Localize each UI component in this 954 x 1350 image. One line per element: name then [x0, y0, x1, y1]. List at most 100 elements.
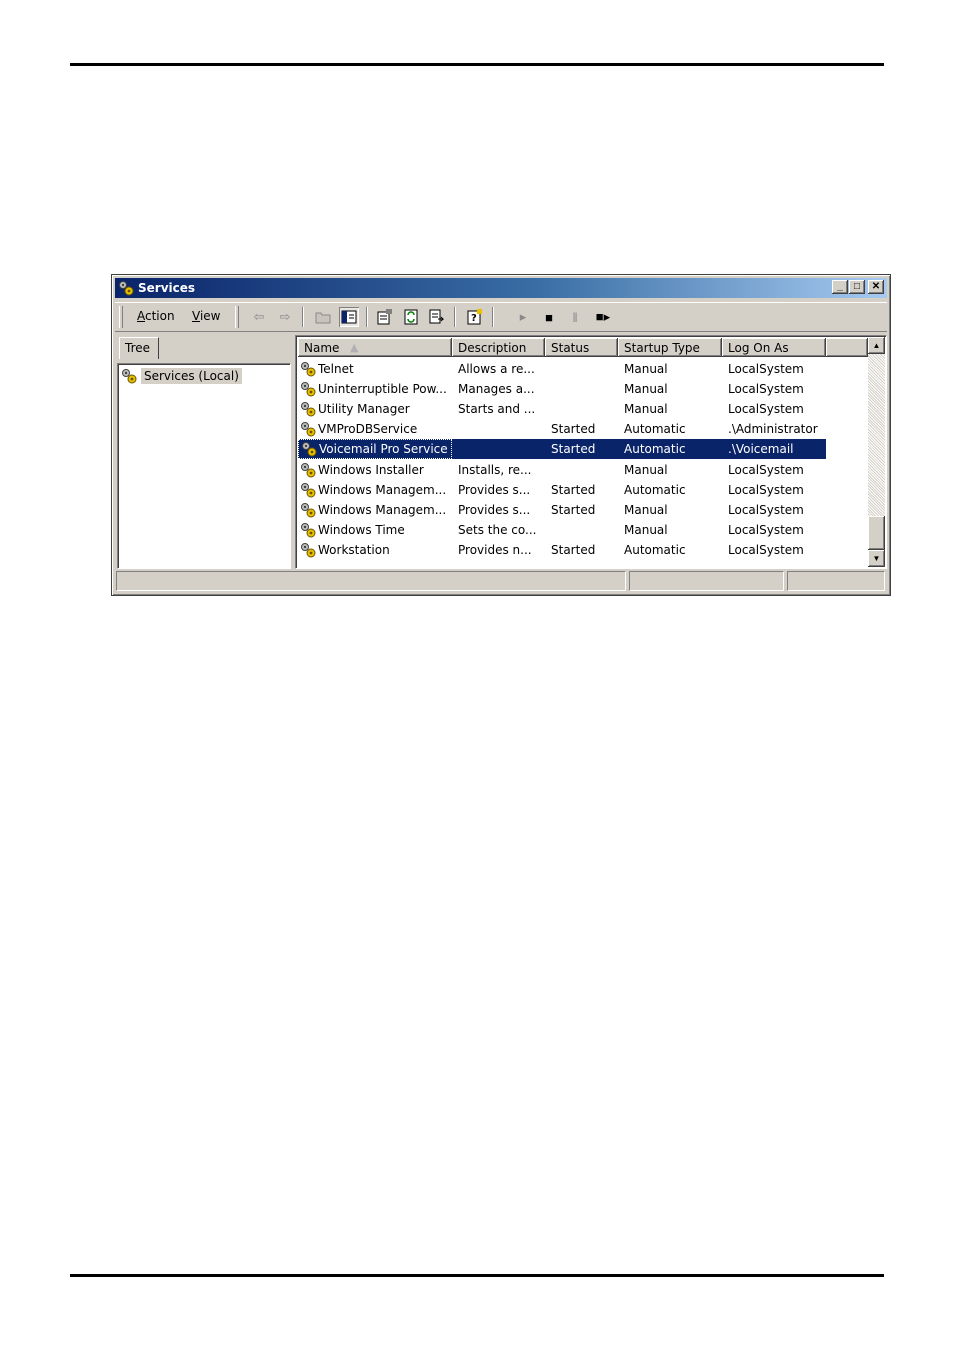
- pause-service-icon[interactable]: ‖: [565, 307, 585, 327]
- scroll-down-button[interactable]: ▼: [868, 550, 885, 567]
- show-hide-tree-icon[interactable]: [339, 307, 359, 327]
- title-bar[interactable]: Services _ □ ✕: [115, 278, 887, 298]
- sort-ascending-icon: ▲: [350, 341, 359, 354]
- service-name: Telnet: [318, 362, 354, 377]
- services-list: Name ▲ Description Status Startup Type L…: [295, 335, 887, 569]
- column-header-startup-type[interactable]: Startup Type: [618, 338, 722, 357]
- cell-name: Windows Time: [298, 521, 452, 539]
- minimize-button[interactable]: _: [832, 280, 848, 294]
- service-gears-icon: [299, 400, 317, 418]
- table-row[interactable]: Uninterruptible Pow... Manages a... Manual…: [298, 379, 826, 399]
- scroll-up-button[interactable]: ▲: [868, 337, 885, 354]
- status-panel: [787, 571, 885, 591]
- toolbar-grip[interactable]: [235, 306, 239, 328]
- table-row[interactable]: Windows Managem... Provides s... Started Ma…: [298, 500, 826, 520]
- tab-tree[interactable]: Tree: [119, 337, 159, 359]
- status-bar: [116, 571, 886, 592]
- cell-startup-type: Automatic: [624, 482, 686, 497]
- menu-action[interactable]: Action: [137, 309, 175, 323]
- table-row[interactable]: Windows Managem... Provides s... Started Au…: [298, 480, 826, 500]
- cell-status: Started: [551, 482, 596, 497]
- column-header-name[interactable]: Name ▲: [298, 338, 452, 357]
- cell-log-on-as: LocalSystem: [728, 542, 804, 557]
- services-gears-icon: [119, 281, 134, 296]
- cell-log-on-as: LocalSystem: [728, 362, 804, 377]
- help-icon[interactable]: ?: [465, 307, 485, 327]
- close-button[interactable]: ✕: [868, 280, 884, 294]
- service-name: Windows Installer: [318, 462, 424, 477]
- cell-name: Voicemail Pro Service: [298, 439, 452, 460]
- service-name: Windows Managem...: [318, 502, 447, 517]
- cell-log-on-as: LocalSystem: [728, 522, 804, 537]
- cell-name: Uninterruptible Pow...: [298, 380, 452, 398]
- forward-arrow-icon[interactable]: ⇨: [275, 307, 295, 327]
- column-header-status[interactable]: Status: [545, 338, 618, 357]
- cell-status: Started: [551, 502, 596, 517]
- cell-log-on-as: .\Voicemail: [728, 442, 794, 457]
- cell-startup-type: Manual: [624, 502, 668, 517]
- cell-description: Installs, re...: [458, 462, 532, 477]
- table-row[interactable]: Windows Installer Installs, re... Manual Lo…: [298, 459, 826, 479]
- cell-startup-type: Automatic: [624, 542, 686, 557]
- cell-log-on-as: LocalSystem: [728, 462, 804, 477]
- cell-log-on-as: LocalSystem: [728, 482, 804, 497]
- footer-rule: [70, 1274, 884, 1277]
- service-gears-icon: [299, 380, 317, 398]
- cell-name: Telnet: [298, 360, 452, 378]
- service-gears-icon: [299, 501, 317, 519]
- cell-description: Starts and ...: [458, 402, 536, 417]
- properties-icon[interactable]: [375, 307, 395, 327]
- column-header-filler: [826, 338, 868, 357]
- service-gears-icon: [299, 541, 317, 559]
- service-gears-icon: [300, 440, 318, 458]
- toolbar-separator: [302, 307, 304, 327]
- cell-description: Provides s...: [458, 502, 531, 517]
- cell-status: Started: [551, 422, 596, 437]
- cell-description: Provides s...: [458, 482, 531, 497]
- column-header-log-on-as[interactable]: Log On As: [722, 338, 826, 357]
- table-row[interactable]: Voicemail Pro Service Started Automatic .\V…: [298, 439, 826, 460]
- cell-startup-type: Manual: [624, 402, 668, 417]
- cell-name: Windows Installer: [298, 461, 452, 479]
- table-row[interactable]: VMProDBService Started Automatic .\Administ…: [298, 419, 826, 439]
- cell-startup-type: Manual: [624, 382, 668, 397]
- status-panel: [116, 571, 626, 591]
- service-name: Uninterruptible Pow...: [318, 382, 447, 397]
- cell-name: VMProDBService: [298, 420, 452, 438]
- table-row[interactable]: Windows Time Sets the co... Manual LocalSys…: [298, 520, 826, 540]
- cell-log-on-as: .\Administrator: [728, 422, 818, 437]
- scroll-thumb[interactable]: [868, 516, 885, 550]
- start-service-icon[interactable]: ▸: [513, 307, 533, 327]
- tree-item-services-local[interactable]: Services (Local): [120, 366, 242, 386]
- restart-service-icon[interactable]: ■▸: [593, 307, 613, 327]
- toolbar-separator: [492, 307, 494, 327]
- tree-pane: Services (Local): [117, 363, 291, 569]
- cell-startup-type: Manual: [624, 362, 668, 377]
- toolbar-separator: [454, 307, 456, 327]
- services-window: Services _ □ ✕ Action View ⇦ ⇨ ? ▸ ■ ‖ ■…: [111, 274, 891, 596]
- table-row[interactable]: Telnet Allows a re... Manual LocalSystem: [298, 359, 826, 379]
- cell-log-on-as: LocalSystem: [728, 402, 804, 417]
- cell-description: Allows a re...: [458, 362, 535, 377]
- column-header-description[interactable]: Description: [452, 338, 545, 357]
- maximize-button[interactable]: □: [849, 280, 865, 294]
- export-list-icon[interactable]: [427, 307, 447, 327]
- toolbar-separator: [366, 307, 368, 327]
- menu-view[interactable]: View: [192, 309, 220, 323]
- service-gears-icon: [299, 420, 317, 438]
- table-row[interactable]: Utility Manager Starts and ... Manual Local…: [298, 399, 826, 419]
- table-row[interactable]: Workstation Provides n... Started Automatic…: [298, 540, 826, 560]
- status-panel: [629, 571, 784, 591]
- vertical-scrollbar[interactable]: ▲ ▼: [868, 337, 885, 567]
- cell-startup-type: Manual: [624, 462, 668, 477]
- cell-status: Started: [551, 542, 596, 557]
- services-gears-icon: [122, 369, 137, 384]
- refresh-icon[interactable]: [401, 307, 421, 327]
- up-folder-icon[interactable]: [313, 307, 333, 327]
- service-name: Utility Manager: [318, 402, 410, 417]
- back-arrow-icon[interactable]: ⇦: [249, 307, 269, 327]
- cell-log-on-as: LocalSystem: [728, 502, 804, 517]
- cell-name: Windows Managem...: [298, 481, 452, 499]
- stop-service-icon[interactable]: ■: [539, 307, 559, 327]
- toolbar-grip[interactable]: [119, 306, 123, 328]
